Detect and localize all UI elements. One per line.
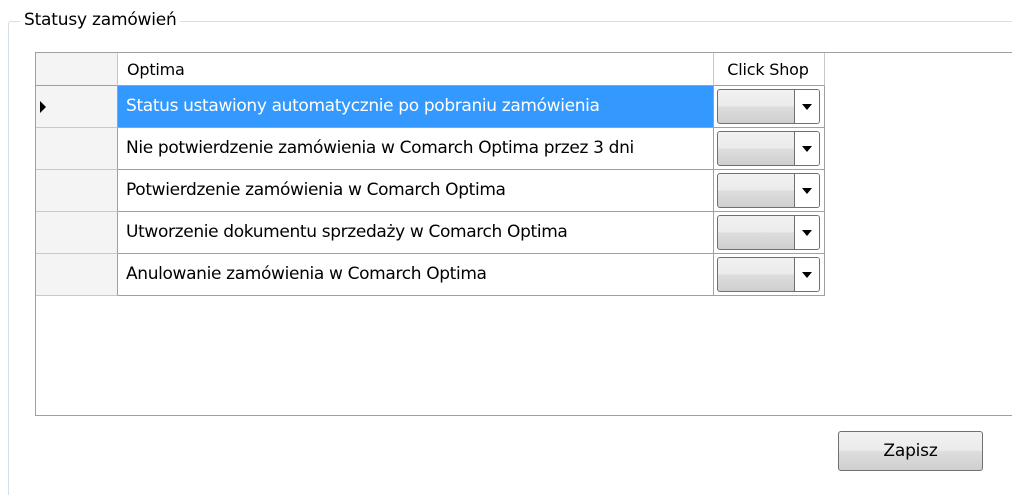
table-row[interactable]: Potwierdzenie zamówienia w Comarch Optim… <box>36 170 825 212</box>
dropdown-button[interactable] <box>795 174 819 207</box>
row-header[interactable] <box>36 128 118 170</box>
click-shop-status-dropdown[interactable] <box>717 257 820 292</box>
chevron-down-icon <box>802 104 812 110</box>
optima-status-cell[interactable]: Nie potwierdzenie zamówienia w Comarch O… <box>118 128 714 170</box>
dropdown-button[interactable] <box>795 258 819 291</box>
click-shop-status-cell[interactable] <box>714 128 825 170</box>
status-mapping-grid[interactable]: Optima Click Shop Status ustawiony autom… <box>35 52 1012 416</box>
click-shop-status-dropdown[interactable] <box>717 131 820 166</box>
current-row-arrow-icon <box>40 101 46 113</box>
row-header[interactable] <box>36 254 118 296</box>
click-shop-status-cell[interactable] <box>714 86 825 128</box>
optima-status-cell[interactable]: Anulowanie zamówienia w Comarch Optima <box>118 254 714 296</box>
table-row[interactable]: Anulowanie zamówienia w Comarch Optima <box>36 254 825 296</box>
groupbox-title: Statusy zamówień <box>20 9 180 31</box>
column-header-optima[interactable]: Optima <box>118 53 714 86</box>
optima-status-cell[interactable]: Status ustawiony automatycznie po pobran… <box>118 86 714 128</box>
click-shop-status-dropdown[interactable] <box>717 215 820 250</box>
click-shop-status-dropdown[interactable] <box>717 173 820 208</box>
row-header[interactable] <box>36 170 118 212</box>
chevron-down-icon <box>802 230 812 236</box>
chevron-down-icon <box>802 188 812 194</box>
dropdown-button[interactable] <box>795 216 819 249</box>
click-shop-status-cell[interactable] <box>714 254 825 296</box>
order-status-panel: Statusy zamówień Optima Click Shop Statu… <box>0 0 1012 495</box>
click-shop-status-dropdown[interactable] <box>717 89 820 124</box>
click-shop-status-cell[interactable] <box>714 170 825 212</box>
row-header[interactable] <box>36 212 118 254</box>
table-row[interactable]: Utworzenie dokumentu sprzedaży w Comarch… <box>36 212 825 254</box>
save-button[interactable]: Zapisz <box>838 431 983 471</box>
chevron-down-icon <box>802 146 812 152</box>
dropdown-button[interactable] <box>795 90 819 123</box>
table-row[interactable]: Status ustawiony automatycznie po pobran… <box>36 86 825 128</box>
click-shop-status-cell[interactable] <box>714 212 825 254</box>
optima-status-cell[interactable]: Potwierdzenie zamówienia w Comarch Optim… <box>118 170 714 212</box>
grid-corner-header <box>36 53 118 86</box>
optima-status-cell[interactable]: Utworzenie dokumentu sprzedaży w Comarch… <box>118 212 714 254</box>
dropdown-button[interactable] <box>795 132 819 165</box>
chevron-down-icon <box>802 272 812 278</box>
row-header[interactable] <box>36 86 118 128</box>
column-header-click-shop[interactable]: Click Shop <box>714 53 825 86</box>
table-row[interactable]: Nie potwierdzenie zamówienia w Comarch O… <box>36 128 825 170</box>
